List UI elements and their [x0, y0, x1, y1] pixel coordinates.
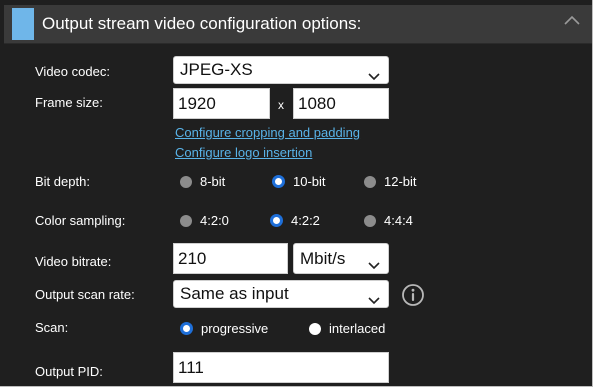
header-accent-bar: [12, 8, 34, 40]
radio-label: 8-bit: [200, 174, 226, 189]
video-codec-label: Video codec:: [35, 64, 110, 79]
configure-cropping-link[interactable]: Configure cropping and padding: [175, 125, 360, 140]
chevron-up-icon[interactable]: [558, 9, 586, 33]
radio-label: 4:4:4: [384, 213, 413, 228]
radio-selected-icon: [272, 175, 285, 188]
radio-label: 4:2:2: [291, 213, 320, 228]
radio-label: interlaced: [329, 321, 386, 336]
output-pid-label: Output PID:: [35, 364, 103, 379]
radio-label: 10-bit: [293, 174, 326, 189]
configure-logo-link[interactable]: Configure logo insertion: [175, 145, 312, 160]
panel-header[interactable]: Output stream video configuration option…: [4, 5, 592, 44]
scan-option-progressive[interactable]: progressive: [180, 321, 268, 336]
color-sampling-option-444[interactable]: 4:4:4: [364, 213, 413, 228]
output-scan-rate-value: Same as input: [180, 284, 289, 303]
color-sampling-label: Color sampling:: [35, 213, 126, 228]
output-scan-rate-select[interactable]: Same as input: [173, 280, 389, 308]
scan-label: Scan:: [35, 320, 69, 335]
config-panel: Output stream video configuration option…: [0, 0, 593, 387]
radio-off-icon: [180, 214, 192, 227]
bitrate-unit-value: Mbit/s: [300, 248, 346, 268]
color-sampling-option-420[interactable]: 4:2:0: [180, 213, 229, 228]
radio-off-icon: [364, 175, 376, 188]
info-icon[interactable]: [401, 283, 425, 307]
video-codec-value: JPEG-XS: [180, 60, 253, 79]
bit-depth-option-12bit[interactable]: 12-bit: [364, 174, 417, 189]
frame-size-label: Frame size:: [35, 95, 103, 110]
radio-label: progressive: [201, 321, 269, 336]
radio-off-icon: [180, 175, 192, 188]
chevron-down-icon: [368, 66, 380, 81]
bit-depth-option-8bit[interactable]: 8-bit: [180, 174, 225, 189]
scan-option-interlaced[interactable]: interlaced: [309, 321, 385, 336]
radio-off-icon: [364, 214, 376, 227]
output-scan-rate-label: Output scan rate:: [35, 287, 135, 302]
bitrate-unit-select[interactable]: Mbit/s: [293, 243, 389, 274]
video-bitrate-input[interactable]: 210: [173, 243, 288, 274]
chevron-down-icon: [368, 255, 380, 269]
frame-height-input[interactable]: 1080: [293, 88, 389, 119]
radio-label: 12-bit: [384, 174, 417, 189]
output-pid-input[interactable]: 111: [173, 352, 389, 383]
panel-title: Output stream video configuration option…: [42, 14, 362, 33]
bit-depth-label: Bit depth:: [35, 174, 90, 189]
color-sampling-option-422[interactable]: 4:2:2: [270, 213, 320, 228]
chevron-down-icon: [368, 290, 380, 305]
video-codec-select[interactable]: JPEG-XS: [173, 56, 389, 84]
video-bitrate-label: Video bitrate:: [35, 254, 112, 269]
radio-off-icon: [309, 322, 321, 335]
bit-depth-option-10bit[interactable]: 10-bit: [272, 174, 326, 189]
frame-size-separator: x: [278, 98, 284, 112]
frame-width-input[interactable]: 1920: [173, 88, 270, 119]
radio-selected-icon: [180, 322, 193, 335]
radio-selected-icon: [270, 214, 283, 227]
radio-label: 4:2:0: [200, 213, 229, 228]
